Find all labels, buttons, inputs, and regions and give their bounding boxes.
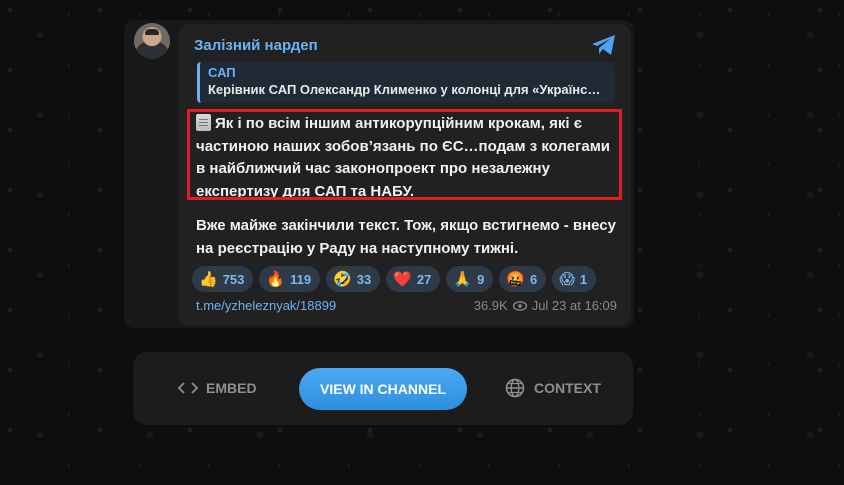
reaction-scream[interactable]: 😱 1 (552, 266, 597, 292)
channel-avatar[interactable] (134, 23, 170, 59)
pray-icon: 🙏 (453, 270, 473, 288)
reply-text: Керівник САП Олександр Клименко у колонц… (208, 82, 607, 97)
eye-icon (512, 300, 527, 311)
embed-label: EMBED (206, 380, 257, 396)
view-in-channel-button[interactable]: VIEW IN CHANNEL (299, 368, 467, 410)
context-button[interactable]: CONTEXT (505, 378, 601, 398)
view-count: 36.9K (473, 298, 508, 313)
reaction-count: 1 (579, 271, 588, 287)
rofl-icon: 🤣 (333, 270, 352, 288)
globe-icon (505, 378, 525, 398)
reaction-count: 6 (529, 271, 538, 287)
reaction-pray[interactable]: 🙏 9 (446, 266, 494, 292)
code-icon (178, 382, 198, 394)
telegram-icon[interactable] (590, 33, 618, 57)
reaction-count: 9 (477, 271, 485, 287)
reply-preview[interactable]: САП Керівник САП Олександр Клименко у ко… (197, 62, 615, 103)
reaction-heart[interactable]: ❤️ 27 (386, 266, 441, 292)
embed-button[interactable]: EMBED (178, 380, 257, 396)
angry-face-icon: 🤬 (506, 270, 525, 288)
reaction-count: 27 (416, 271, 432, 287)
fire-icon: 🔥 (266, 270, 286, 288)
reaction-count: 753 (222, 271, 245, 287)
reaction-fire[interactable]: 🔥 119 (259, 266, 321, 292)
post-date: Jul 23 at 16:09 (531, 298, 617, 313)
highlight-box (187, 109, 622, 200)
reaction-angry[interactable]: 🤬 6 (499, 266, 547, 292)
post-link[interactable]: t.me/yzheleznyak/18899 (196, 298, 336, 313)
message-text: Вже майже закінчили текст. Тож, якщо вст… (196, 217, 616, 257)
reaction-count: 119 (290, 271, 312, 287)
reactions-bar: 👍 753 🔥 119 🤣 33 ❤️ 27 🙏 9 🤬 6 😱 1 (192, 266, 597, 292)
post-meta: 36.9K Jul 23 at 16:09 (455, 298, 617, 313)
reply-title: САП (208, 65, 236, 80)
channel-name[interactable]: Залізний нардеп (194, 37, 318, 54)
context-label: CONTEXT (534, 380, 601, 396)
reaction-count: 33 (356, 271, 372, 287)
scream-icon: 😱 (559, 270, 575, 288)
reaction-rofl[interactable]: 🤣 33 (326, 266, 381, 292)
thumbs-up-icon: 👍 (199, 270, 218, 288)
heart-icon: ❤️ (393, 270, 412, 288)
reaction-thumbs-up[interactable]: 👍 753 (192, 266, 254, 292)
